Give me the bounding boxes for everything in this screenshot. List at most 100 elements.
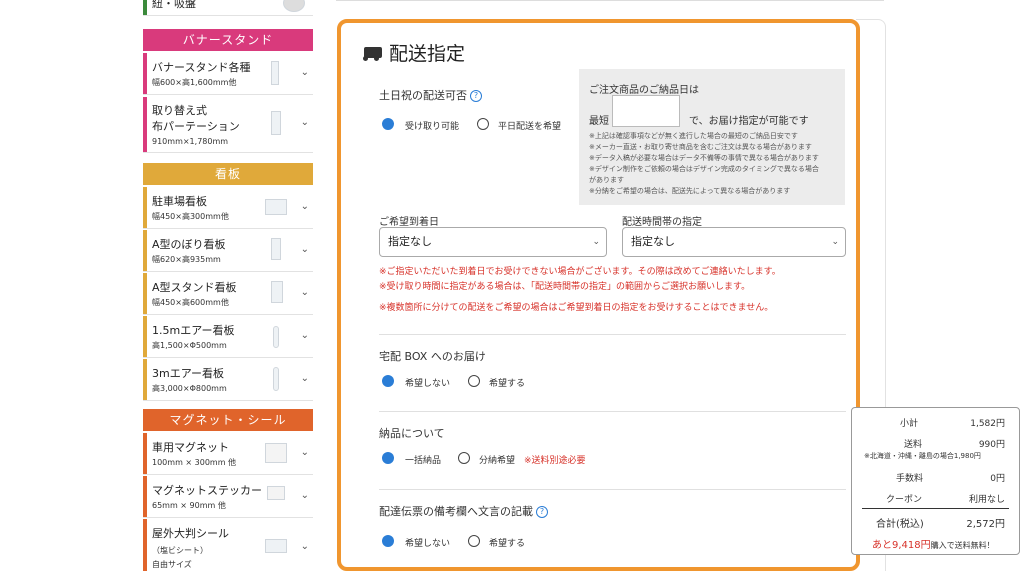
summary-divider [862,508,1009,509]
free-shipping-message: あと9,418円購入で送料無料！ [872,536,995,551]
sidebar-item-label: 屋外大判シール [152,527,229,540]
warning-text: ※複数箇所に分けての配送をご希望の場合はご希望到着日の指定をお受けすることはでき… [379,303,774,313]
weekend-delivery-label-text: 土日祝の配送可否 [379,89,467,102]
sidebar-item-label: 駐車場看板 [152,195,207,208]
sidebar-item-label: 取り替え式 [152,104,207,117]
section-title: 配送指定 [389,43,466,65]
sidebar-item-size: 幅450×高600mm他 [152,298,229,307]
shipping-label: 送料 [904,440,923,450]
earliest-date-box [612,95,680,127]
radio-label: 希望しない [405,379,451,389]
note-line: があります [589,176,624,184]
air-sign-thumbnail [273,367,279,391]
fee-value: 0円 [990,474,1005,484]
chevron-down-icon[interactable]: ⌄ [301,201,309,212]
parking-sign-thumbnail [265,199,287,215]
note-line: ※データ入稿が必要な場合はデータ不備等の事情で異なる場合があります [589,154,819,162]
help-icon[interactable]: ? [536,506,548,518]
radio-ship-all[interactable] [382,452,394,464]
sidebar-item-air-sign-3[interactable]: 3mエアー看板 高3,000×Φ800mm ⌄ [143,359,313,401]
sidebar-item-size: 910mm×1,780mm [152,137,229,146]
radio-memo-yes[interactable] [468,535,480,547]
sidebar-item-banner-stand[interactable]: バナースタンド各種 幅600×高1,600mm他 ⌄ [143,53,313,95]
sidebar-item-size: 幅620×高935mm [152,255,221,264]
memo-label-text: 配達伝票の備考欄へ文言の記載 [379,505,533,518]
sidebar-item-outdoor-sticker[interactable]: 屋外大判シール （塩ビシート） 自由サイズ ⌄ [143,519,313,571]
top-divider [336,0,884,1]
delivery-info-suffix: で、お届け指定が可能です [689,116,809,127]
total-value: 2,572円 [966,519,1005,530]
chevron-down-icon: ⌄ [592,237,600,247]
magnet-sticker-thumbnail [267,486,285,500]
coupon-label: クーポン [886,495,923,505]
remote-shipping-note: ※北海道・沖縄・離島の場合1,980円 [864,452,981,460]
radio-weekday-only[interactable] [477,118,489,130]
radio-label: 分納希望 [479,456,516,466]
sidebar-item-label: 1.5mエアー看板 [152,324,235,337]
banner-stand-thumbnail [271,61,279,85]
arrival-date-select[interactable]: 指定なし ⌄ [379,227,607,257]
min-days-label: 最短 [589,116,609,127]
radio-box-no[interactable] [382,375,394,387]
weekend-delivery-label: 土日祝の配送可否? [379,87,482,103]
chevron-down-icon[interactable]: ⌄ [301,117,309,128]
chevron-down-icon[interactable]: ⌄ [301,541,309,552]
radio-label: 受け取り可能 [405,122,460,132]
sidebar-item-label: A型のぼり看板 [152,238,226,251]
order-summary: 小計 1,582円 送料 990円 ※北海道・沖縄・離島の場合1,980円 手数… [851,407,1020,555]
sidebar-item-size: 自由サイズ [152,560,192,569]
chevron-down-icon[interactable]: ⌄ [301,244,309,255]
sidebar-item-label: A型スタンド看板 [152,281,237,294]
sidebar-item-a-frame-nobori[interactable]: A型のぼり看板 幅620×高935mm ⌄ [143,230,313,272]
sidebar-item-a-frame-stand[interactable]: A型スタンド看板 幅450×高600mm他 ⌄ [143,273,313,315]
subtotal-value: 1,582円 [970,419,1005,429]
section-heading-signboard: 看板 [143,163,313,185]
partition-thumbnail [271,111,281,135]
sidebar-item-string-suction[interactable]: 紐・吸盤 [143,0,313,16]
chevron-down-icon[interactable]: ⌄ [301,67,309,78]
sidebar-item-label: 車用マグネット [152,441,229,454]
sidebar-item-partition[interactable]: 取り替え式 布パーテーション 910mm×1,780mm ⌄ [143,97,313,153]
sidebar-item-label: バナースタンド各種 [152,61,251,74]
sidebar-item-size: 幅450×高300mm他 [152,212,229,221]
radio-label: 平日配送を希望 [498,122,562,132]
help-icon[interactable]: ? [470,90,482,102]
sidebar-item-size: 高3,000×Φ800mm [152,384,227,393]
chevron-down-icon[interactable]: ⌄ [301,490,309,501]
outdoor-sticker-thumbnail [265,539,287,553]
divider [379,489,846,490]
radio-ship-split[interactable] [458,452,470,464]
note-line: ※デザイン制作をご依頼の場合はデザイン完成のタイミングで異なる場合 [589,165,819,173]
sidebar-item-car-magnet[interactable]: 車用マグネット 100mm × 300mm 他 ⌄ [143,433,313,475]
chevron-down-icon[interactable]: ⌄ [301,373,309,384]
radio-label: 希望しない [405,539,451,549]
chevron-down-icon[interactable]: ⌄ [301,330,309,341]
note-line: ※分納をご希望の場合は、配送先によって異なる場合があります [589,187,791,195]
sidebar-item-size: 100mm × 300mm 他 [152,458,237,467]
sidebar-item-parking-sign[interactable]: 駐車場看板 幅450×高300mm他 ⌄ [143,187,313,229]
time-slot-label: 配送時間帯の指定 [622,217,702,228]
radio-label: 希望する [489,539,526,549]
sidebar-item-size: 65mm × 90mm 他 [152,501,226,510]
delivery-info-title: ご注文商品のご納品日は [589,85,699,96]
radio-memo-no[interactable] [382,535,394,547]
sidebar-item-magnet-sticker[interactable]: マグネットステッカー 65mm × 90mm 他 ⌄ [143,476,313,518]
warning-text: ※受け取り時間に指定がある場合は、「配送時間帯の指定」の範囲からご選択お願いしま… [379,282,751,292]
time-slot-select[interactable]: 指定なし ⌄ [622,227,846,257]
sidebar-item-air-sign-15[interactable]: 1.5mエアー看板 高1,500×Φ500mm ⌄ [143,316,313,358]
delivery-settings-card: 配送指定 土日祝の配送可否? 受け取り可能 平日配送を希望 ご注文商品のご納品日… [337,19,860,571]
sidebar-item-label: マグネットステッカー [152,484,262,497]
note-line: ※上記は確認事項などが無く進行した場合の最短のご納品日安です [589,132,798,140]
air-sign-thumbnail [273,326,279,348]
radio-weekend-accept[interactable] [382,118,394,130]
chevron-down-icon[interactable]: ⌄ [301,447,309,458]
free-shipping-amount: あと9,418円 [872,540,931,551]
time-slot-value: 指定なし [631,235,675,248]
chevron-down-icon[interactable]: ⌄ [301,287,309,298]
radio-box-yes[interactable] [468,375,480,387]
fee-label: 手数料 [896,474,924,484]
radio-label: 一括納品 [405,456,442,466]
chevron-down-icon: ⌄ [831,237,839,247]
note-line: ※メーカー直送・お取り寄せ商品を含むご注文は異なる場合があります [589,143,812,151]
arrival-date-value: 指定なし [388,235,432,248]
